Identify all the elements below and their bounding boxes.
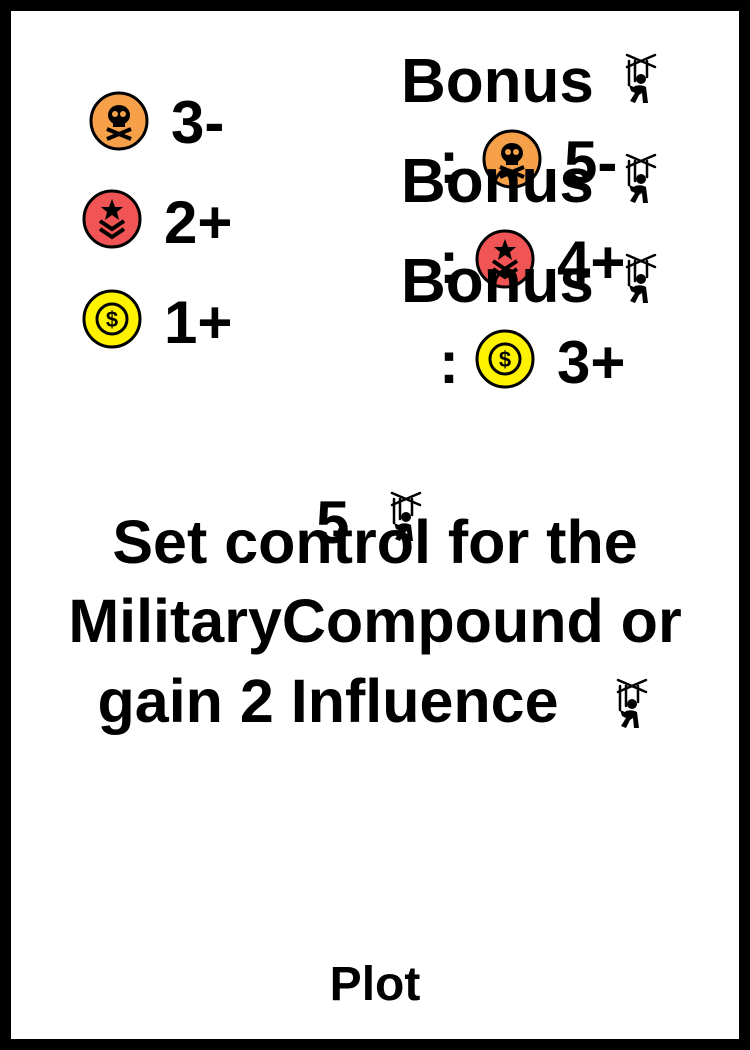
dollar-coin-icon: $ xyxy=(475,329,535,389)
puppet-influence-icon xyxy=(621,251,661,311)
bonus-label: Bonus xyxy=(401,247,594,316)
military-rank-icon xyxy=(82,189,142,249)
requirement-value: 1+ xyxy=(164,289,233,356)
puppet-influence-icon xyxy=(621,151,661,211)
bonus-label: Bonus xyxy=(401,147,594,216)
requirement-value: 3- xyxy=(171,89,225,156)
bonus-value: 3+ xyxy=(557,329,626,396)
puppet-influence-icon xyxy=(612,676,652,736)
effect-line-3: gain 2 Influence xyxy=(11,671,739,736)
dollar-coin-icon: $ xyxy=(82,289,142,349)
svg-text:$: $ xyxy=(106,307,118,332)
svg-text:$: $ xyxy=(499,347,511,372)
bonus-label: Bonus xyxy=(401,47,594,116)
bonus-colon: : xyxy=(439,329,459,396)
card-type-label: Plot xyxy=(329,958,421,1011)
skull-icon xyxy=(89,91,149,151)
effect-line-1: Set control for the xyxy=(112,508,638,576)
plot-card[interactable]: 3- 2+ $ 1+ Bonus : 5- Bonus: 4+ Bonus:… xyxy=(11,11,739,1039)
puppet-influence-icon xyxy=(621,51,661,111)
effect-line-3-text: gain 2 Influence xyxy=(97,667,559,735)
requirement-value: 2+ xyxy=(164,189,233,256)
effect-line-2: MilitaryCompound or xyxy=(68,587,682,655)
